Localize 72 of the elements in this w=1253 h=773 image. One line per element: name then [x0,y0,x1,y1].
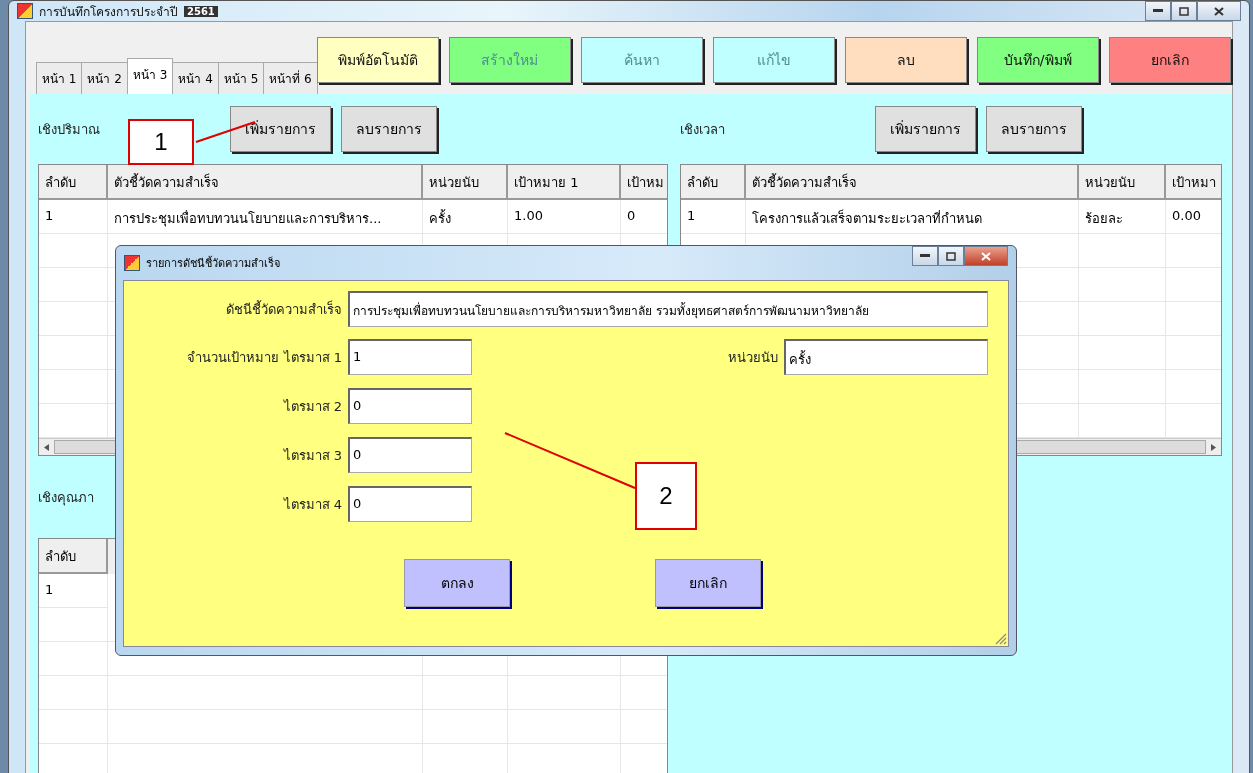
table-cell: ครั้ง [423,200,508,234]
minimize-button[interactable] [1145,1,1171,21]
table-cell: 0 [621,200,667,234]
dialog-button[interactable]: ตกลง [404,559,510,607]
table-cell: 1.00 [508,200,621,234]
table-cell: การประชุมเพื่อทบทวนนโยบายและการบริหาร... [108,200,423,234]
toolbar-button[interactable]: ลบ [844,37,967,83]
table-cell: โครงการแล้วเสร็จตามระยะเวลาที่กำหนด [746,200,1079,234]
section-label: เชิงคุณภา [38,488,94,508]
field-label: หน่วยนับ [727,348,778,367]
maximize-button[interactable] [1171,1,1197,21]
field-label: ไตรมาส 2 [282,397,342,416]
quarter-field[interactable]: 1 [348,339,472,375]
column-header[interactable]: ลำดับ [681,165,746,200]
table-cell: 1 [39,200,108,234]
table-cell: ร้อยละ [1079,200,1166,234]
close-icon [1214,6,1224,16]
scroll-right-icon [1211,443,1216,451]
page-tab[interactable]: หน้า 1 [36,62,83,94]
field-label: จำนวนเป้าหมาย ไตรมาส 1 [186,348,342,367]
minimize-icon [1153,9,1163,13]
minimize-icon [920,254,930,258]
scroll-left-icon [44,443,49,451]
page-tab[interactable]: หน้าที่ 6 [263,62,318,94]
column-header[interactable]: ลำดับ [39,165,108,200]
callout-label: 2 [635,462,697,530]
close-button[interactable] [964,246,1008,266]
close-button[interactable] [1197,1,1241,21]
unit-field[interactable]: ครั้ง [784,339,988,375]
toolbar-button[interactable]: บันทึก/พิมพ์ [976,37,1099,83]
year-badge: 2561 [184,5,218,17]
column-header[interactable]: เป้าหม [621,165,667,200]
column-header[interactable]: หน่วยนับ [1079,165,1166,200]
callout-label: 1 [128,119,194,165]
page-tab[interactable]: หน้า 2 [81,62,128,94]
toolbar-button[interactable]: พิมพ์อัตโนมัติ [316,37,439,83]
app-icon [17,3,33,19]
maximize-button[interactable] [938,246,964,266]
page-tab[interactable]: หน้า 3 [126,58,174,94]
quarter-field[interactable]: 0 [348,388,472,424]
column-header[interactable]: เป้าหมา [1166,165,1221,200]
list-button[interactable]: เพิ่มรายการ [875,106,976,152]
page-tab[interactable]: หน้า 4 [172,62,219,94]
maximize-icon [1179,6,1189,16]
table-cell: 1 [681,200,746,234]
app-icon [124,255,140,271]
table-cell: 1 [39,574,108,608]
list-button[interactable]: ลบรายการ [986,106,1082,152]
section-label: เชิงปริมาณ [38,120,100,139]
table-cell: 0.00 [1166,200,1221,234]
window-title: การบันทึกโครงการประจำปี [39,3,178,21]
indicator-field[interactable]: การประชุมเพื่อทบทวนนโยบายและการบริหารมหาวิทยาลัย รวมทั้งยุทธศาสตร์การพัฒนามหาวิทยาลัย [348,291,988,327]
column-header[interactable]: หน่วยนับ [423,165,508,200]
list-button[interactable]: ลบรายการ [341,106,437,152]
field-label: ดัชนีชี้วัดความสำเร็จ [225,299,342,319]
resize-grip-icon [995,633,1007,645]
dialog-title: รายการดัชนีชี้วัดความสำเร็จ [146,255,280,272]
maximize-icon [946,251,956,261]
column-header[interactable]: ลำดับ [39,539,108,574]
section-label: เชิงเวลา [680,120,725,139]
column-header[interactable]: เป้าหมาย 1 [508,165,621,200]
toolbar-button[interactable]: ยกเลิก [1108,37,1231,83]
page-tab[interactable]: หน้า 5 [217,62,265,94]
dialog-button[interactable]: ยกเลิก [655,559,761,607]
close-icon [981,251,991,261]
quarter-field[interactable]: 0 [348,486,472,522]
field-label: ไตรมาส 3 [282,446,342,465]
quarter-field[interactable]: 0 [348,437,472,473]
field-label: ไตรมาส 4 [282,495,342,514]
minimize-button[interactable] [912,246,938,266]
list-button[interactable]: เพิ่มรายการ [230,106,331,152]
column-header[interactable]: ตัวชี้วัดความสำเร็จ [746,165,1079,200]
